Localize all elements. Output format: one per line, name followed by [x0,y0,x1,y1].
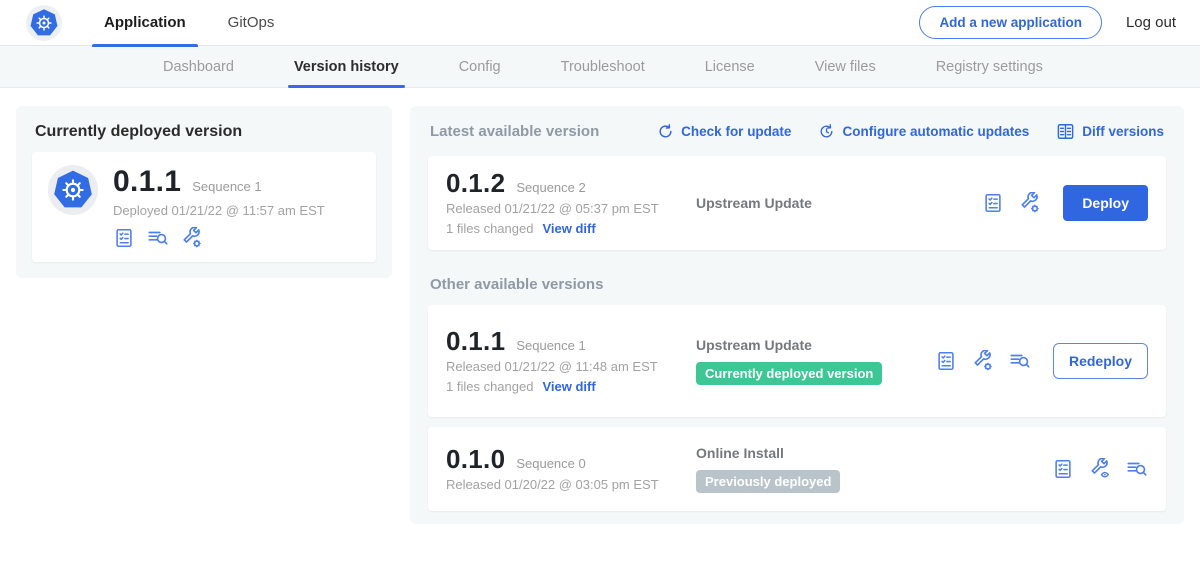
check-for-update-link[interactable]: Check for update [657,123,791,140]
version-number: 0.1.0 [446,446,505,472]
tab-dashboard[interactable]: Dashboard [163,46,234,87]
tab-version-history[interactable]: Version history [294,46,399,87]
diff-versions-link[interactable]: Diff versions [1056,122,1164,141]
tab-registry-settings[interactable]: Registry settings [936,46,1043,87]
view-logs-icon[interactable] [147,227,169,249]
main-content: Currently deployed version 0.1.1 Sequenc… [0,88,1200,524]
latest-version-title: Latest available version [430,123,599,140]
currently-deployed-badge: Currently deployed version [696,362,882,385]
redeploy-button[interactable]: Redeploy [1053,343,1148,379]
edit-config-icon[interactable] [972,350,994,372]
version-source: Upstream Update [696,195,812,211]
version-row-actions: Deploy [982,185,1148,221]
app-logo [26,5,62,41]
released-timestamp: Released 01/21/22 @ 11:48 am EST [446,359,696,374]
version-sequence: Sequence 2 [516,180,585,195]
header-tab-label: Application [104,14,186,31]
version-row-0-1-0: 0.1.0 Sequence 0 Released 01/20/22 @ 03:… [428,427,1166,511]
files-changed-count: 1 files changed [446,221,533,236]
version-line: 0.1.2 Sequence 2 [446,170,696,196]
previously-deployed-badge: Previously deployed [696,470,840,493]
deployed-version-card: 0.1.1 Sequence 1 Deployed 01/21/22 @ 11:… [32,152,376,262]
tab-config[interactable]: Config [459,46,501,87]
released-timestamp: Released 01/21/22 @ 05:37 pm EST [446,201,696,216]
kubernetes-logo-icon [29,8,59,38]
auto-update-schedule-icon [818,123,835,140]
logout-button[interactable]: Log out [1126,14,1176,31]
tab-view-files[interactable]: View files [815,46,876,87]
version-number: 0.1.2 [446,170,505,196]
version-source-cell: Upstream Update Currently deployed versi… [696,337,935,385]
files-changed-count: 1 files changed [446,379,533,394]
view-diff-link[interactable]: View diff [542,221,595,236]
update-actions: Check for update Configure automatic upd… [657,122,1164,141]
tab-troubleshoot[interactable]: Troubleshoot [561,46,645,87]
version-row-0-1-1: 0.1.1 Sequence 1 Released 01/21/22 @ 11:… [428,305,1166,417]
configure-automatic-updates-link[interactable]: Configure automatic updates [818,123,1029,140]
version-sequence: Sequence 1 [516,338,585,353]
view-logs-icon[interactable] [1126,458,1148,480]
version-row-0-1-2: 0.1.2 Sequence 2 Released 01/21/22 @ 05:… [428,156,1166,250]
version-history-panel: Latest available version Check for updat… [410,106,1184,524]
version-sequence: Sequence 0 [516,456,585,471]
configure-automatic-updates-label: Configure automatic updates [842,124,1029,139]
version-source: Upstream Update [696,337,812,353]
view-config-icon[interactable] [1089,458,1111,480]
released-timestamp: Released 01/20/22 @ 03:05 pm EST [446,477,696,492]
refresh-icon [657,123,674,140]
preflight-checklist-icon[interactable] [982,192,1004,214]
files-changed-line: 1 files changed View diff [446,221,696,236]
version-row-info: 0.1.0 Sequence 0 Released 01/20/22 @ 03:… [446,446,696,492]
view-logs-icon[interactable] [1009,350,1031,372]
version-row-actions [1052,458,1148,480]
deployed-sequence: Sequence 1 [192,179,261,194]
check-for-update-label: Check for update [681,124,791,139]
version-number: 0.1.1 [446,328,505,354]
version-source: Online Install [696,445,784,461]
other-versions-title: Other available versions [430,276,1164,293]
tab-license[interactable]: License [705,46,755,87]
version-row-info: 0.1.2 Sequence 2 Released 01/21/22 @ 05:… [446,170,696,236]
version-line: 0.1.1 Sequence 1 [113,167,325,197]
preflight-checklist-icon[interactable] [113,227,135,249]
deployed-version-number: 0.1.1 [113,167,181,197]
preflight-checklist-icon[interactable] [935,350,957,372]
version-row-actions: Redeploy [935,343,1148,379]
deployed-timestamp: Deployed 01/21/22 @ 11:57 am EST [113,203,325,218]
app-subnav: Dashboard Version history Config Trouble… [0,46,1200,88]
header-tab-application[interactable]: Application [90,0,200,46]
header-tab-gitops[interactable]: GitOps [214,0,289,46]
app-icon-badge [48,165,98,215]
version-line: 0.1.1 Sequence 1 [446,328,696,354]
currently-deployed-panel: Currently deployed version 0.1.1 Sequenc… [16,106,392,278]
edit-config-icon[interactable] [181,227,203,249]
version-line: 0.1.0 Sequence 0 [446,446,696,472]
diff-versions-label: Diff versions [1082,124,1164,139]
latest-version-header: Latest available version Check for updat… [430,122,1164,141]
version-source-cell: Online Install Previously deployed [696,445,1052,493]
edit-config-icon[interactable] [1019,192,1041,214]
header-tab-label: GitOps [228,14,275,31]
add-application-button[interactable]: Add a new application [919,6,1102,39]
view-diff-link[interactable]: View diff [542,379,595,394]
version-source-cell: Upstream Update [696,195,982,211]
preflight-checklist-icon[interactable] [1052,458,1074,480]
deployed-actions [113,227,325,249]
files-changed-line: 1 files changed View diff [446,379,696,394]
version-row-info: 0.1.1 Sequence 1 Released 01/21/22 @ 11:… [446,328,696,394]
deployed-version-info: 0.1.1 Sequence 1 Deployed 01/21/22 @ 11:… [113,165,325,249]
diff-icon [1056,122,1075,141]
top-header: Application GitOps Add a new application… [0,0,1200,46]
deployed-panel-title: Currently deployed version [35,123,376,141]
deploy-button[interactable]: Deploy [1063,185,1148,221]
kubernetes-logo-icon [52,169,94,211]
